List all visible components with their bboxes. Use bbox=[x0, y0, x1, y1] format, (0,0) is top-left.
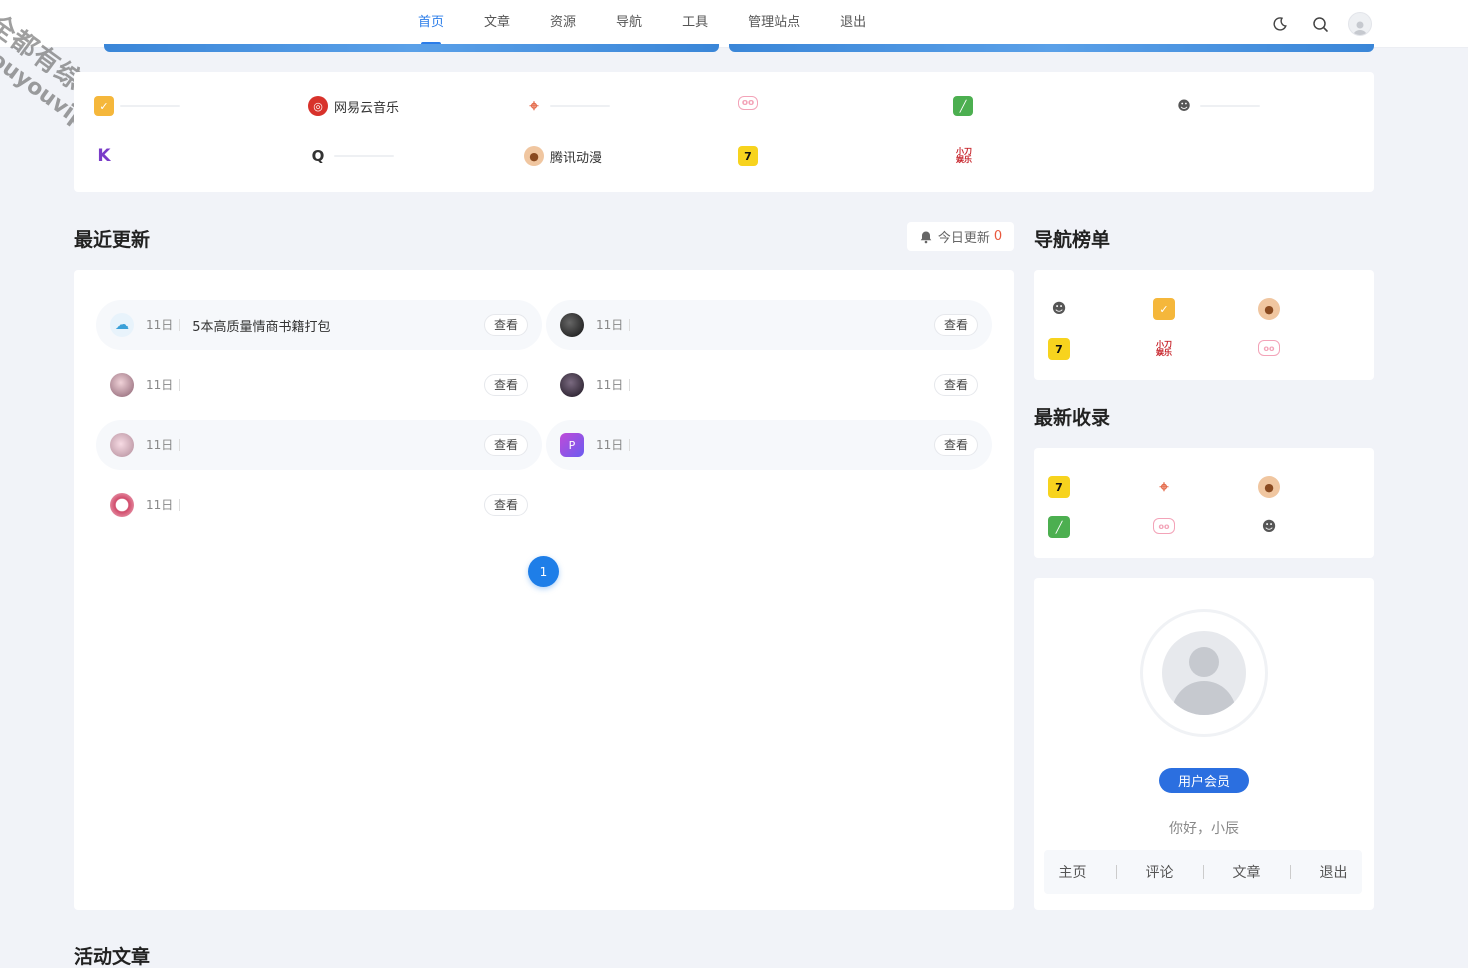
user-menu-articles[interactable]: 文章 bbox=[1233, 862, 1261, 882]
xiaodao-logo-icon: 小刀 娱乐 bbox=[956, 147, 972, 164]
target-icon: ⌖ bbox=[529, 96, 539, 115]
banner-left[interactable] bbox=[104, 44, 719, 52]
search-icon[interactable] bbox=[1308, 12, 1332, 36]
view-button[interactable]: 查看 bbox=[483, 434, 528, 456]
user-menu-home[interactable]: 主页 bbox=[1059, 862, 1087, 882]
recent-title: 最近更新 bbox=[74, 229, 151, 251]
pig-icon: oo bbox=[738, 96, 758, 110]
nav-resources[interactable]: 资源 bbox=[550, 0, 576, 48]
list-item[interactable]: 11日 查看 bbox=[96, 480, 542, 530]
site-item[interactable]: oo bbox=[738, 96, 764, 110]
site-item[interactable]: K bbox=[94, 146, 120, 166]
list-item[interactable]: 11日 查看 bbox=[546, 360, 992, 410]
site-item-netease[interactable]: ◎ 网易云音乐 bbox=[308, 96, 399, 116]
site-grid-card bbox=[74, 72, 1374, 192]
monkey-icon: ● bbox=[524, 146, 544, 166]
pig-icon[interactable]: oo bbox=[1258, 340, 1280, 356]
latest-card bbox=[1034, 448, 1374, 558]
bell-icon bbox=[920, 231, 932, 243]
cartoon-character-icon[interactable]: ☻ bbox=[1048, 298, 1070, 320]
site-item[interactable]: ✓ bbox=[94, 96, 180, 116]
divider bbox=[1202, 865, 1204, 879]
netease-music-icon: ◎ bbox=[308, 96, 328, 116]
item-thumbnail bbox=[560, 313, 584, 337]
item-thumbnail bbox=[110, 433, 134, 457]
nav-rank-card bbox=[1034, 270, 1374, 380]
item-thumbnail bbox=[560, 373, 584, 397]
q-logo-icon: Q bbox=[311, 147, 325, 165]
list-item[interactable]: 11日 查看 bbox=[546, 300, 992, 350]
site-label: 腾讯动漫 bbox=[550, 150, 603, 166]
top-navbar: 首页 文章 资源 导航 工具 管理站点 退出 bbox=[0, 0, 1468, 48]
site-item[interactable]: 7 bbox=[738, 146, 764, 166]
site-item-tencent-comic[interactable]: ● 腾讯动漫 bbox=[524, 146, 602, 166]
seven-logo-icon[interactable]: 7 bbox=[1048, 476, 1070, 498]
k-logo-icon: K bbox=[97, 146, 111, 166]
pig-icon[interactable]: oo bbox=[1153, 518, 1175, 534]
user-menu-logout[interactable]: 退出 bbox=[1320, 862, 1348, 882]
green-leaf-icon[interactable]: ╱ bbox=[1048, 516, 1070, 538]
item-thumbnail bbox=[110, 373, 134, 397]
seven-logo-icon: 7 bbox=[738, 146, 758, 166]
site-item[interactable]: ☻ bbox=[1174, 96, 1260, 116]
nav-navigation[interactable]: 导航 bbox=[616, 0, 642, 48]
xiaodao-logo-icon[interactable]: 小刀 娱乐 bbox=[1153, 338, 1175, 360]
today-update-button[interactable]: 今日更新 0 bbox=[907, 222, 1014, 251]
view-button[interactable]: 查看 bbox=[483, 314, 528, 336]
picsart-logo-icon: P bbox=[560, 433, 584, 457]
divider bbox=[1115, 865, 1117, 879]
today-label: 今日更新 bbox=[937, 231, 990, 246]
vip-badge-button[interactable]: 用户会员 bbox=[1159, 768, 1249, 793]
site-item[interactable]: Q bbox=[308, 146, 394, 166]
list-item[interactable]: 11日 查看 bbox=[96, 360, 542, 410]
user-avatar-large[interactable] bbox=[1140, 609, 1268, 737]
user-avatar[interactable] bbox=[1348, 12, 1372, 36]
view-button[interactable]: 查看 bbox=[933, 434, 978, 456]
verified-badge-icon: ✓ bbox=[94, 96, 114, 116]
nav-logout[interactable]: 退出 bbox=[840, 0, 866, 48]
view-button[interactable]: 查看 bbox=[933, 374, 978, 396]
nav-home[interactable]: 首页 bbox=[418, 0, 444, 48]
nav-admin[interactable]: 管理站点 bbox=[748, 0, 800, 48]
list-item[interactable]: P 11日 查看 bbox=[546, 420, 992, 470]
nav-tools[interactable]: 工具 bbox=[682, 0, 708, 48]
active-articles-title: 活动文章 bbox=[74, 946, 151, 968]
monkey-icon[interactable]: ● bbox=[1258, 476, 1280, 498]
item-title[interactable]: 5本高质量情商书籍打包 bbox=[192, 316, 484, 335]
latest-title: 最新收录 bbox=[1034, 407, 1111, 429]
default-avatar-icon bbox=[1162, 631, 1246, 715]
cartoon-character-icon: ☻ bbox=[1177, 98, 1191, 114]
green-leaf-icon: ╱ bbox=[953, 96, 973, 116]
cloud-logo-icon: ☁ bbox=[110, 313, 134, 337]
item-thumbnail bbox=[110, 493, 134, 517]
list-item[interactable]: ☁ 11日 5本高质量情商书籍打包 查看 bbox=[96, 300, 542, 350]
verified-badge-icon[interactable]: ✓ bbox=[1153, 298, 1175, 320]
site-label: 网易云音乐 bbox=[334, 100, 400, 116]
monkey-icon[interactable]: ● bbox=[1258, 298, 1280, 320]
banner-right[interactable] bbox=[729, 44, 1374, 52]
view-button[interactable]: 查看 bbox=[933, 314, 978, 336]
nav-rank-title: 导航榜单 bbox=[1034, 229, 1111, 251]
site-item[interactable]: 小刀 娱乐 bbox=[953, 146, 981, 166]
moon-icon[interactable] bbox=[1268, 12, 1292, 36]
list-item[interactable]: 11日 查看 bbox=[96, 420, 542, 470]
today-count: 0 bbox=[993, 229, 1003, 244]
target-icon[interactable]: ⌖ bbox=[1153, 476, 1175, 498]
nav-articles[interactable]: 文章 bbox=[484, 0, 510, 48]
seven-logo-icon[interactable]: 7 bbox=[1048, 338, 1070, 360]
cartoon-character-icon[interactable]: ☻ bbox=[1258, 516, 1280, 538]
user-menu: 主页 评论 文章 退出 bbox=[1044, 850, 1362, 894]
pagination-page-1[interactable]: 1 bbox=[528, 556, 559, 587]
view-button[interactable]: 查看 bbox=[483, 374, 528, 396]
site-item[interactable]: ⌖ bbox=[524, 96, 610, 116]
view-button[interactable]: 查看 bbox=[483, 494, 528, 516]
main-menu: 首页 文章 资源 导航 工具 管理站点 退出 bbox=[418, 0, 906, 48]
header-actions bbox=[1252, 12, 1372, 36]
greeting-text: 你好，小辰 bbox=[1169, 821, 1239, 837]
divider bbox=[1289, 865, 1291, 879]
user-menu-comments[interactable]: 评论 bbox=[1146, 862, 1174, 882]
site-item[interactable]: ╱ bbox=[953, 96, 979, 116]
